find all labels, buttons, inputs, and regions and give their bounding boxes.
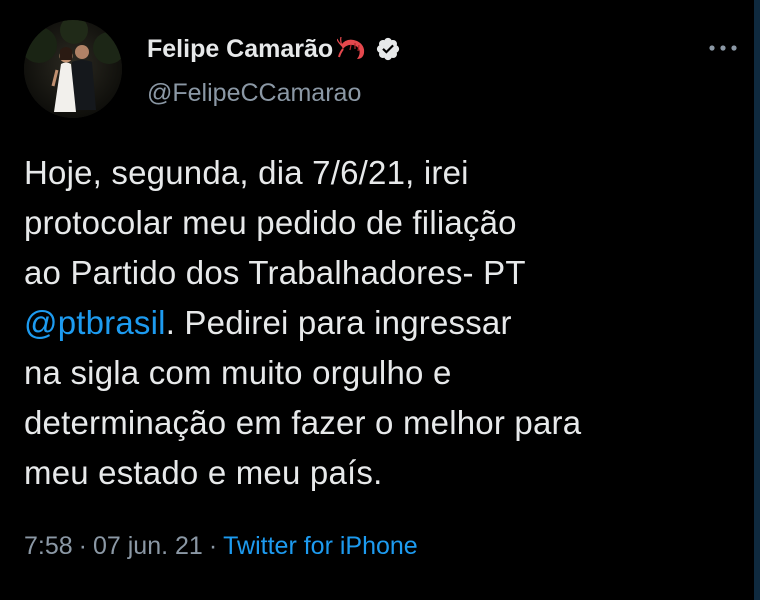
tweet-line: na sigla com muito orgulho e (24, 348, 744, 398)
tweet-text-segment: protocolar meu pedido de filiação (24, 204, 517, 241)
tweet-text-segment: determinação em fazer o melhor para (24, 404, 582, 441)
author-handle[interactable]: @FelipeCCamarao (147, 79, 361, 108)
scrollbar-track[interactable] (754, 0, 760, 600)
tweet-text: Hoje, segunda, dia 7/6/21, irei protocol… (24, 148, 744, 498)
tweet-text-segment: ao Partido dos Trabalhadores- PT (24, 254, 526, 291)
tweet-date[interactable]: 07 jun. 21 (93, 532, 203, 560)
tweet-text-segment: na sigla com muito orgulho e (24, 354, 452, 391)
tweet-line: ao Partido dos Trabalhadores- PT (24, 248, 744, 298)
separator: · (208, 532, 218, 560)
author-name-row[interactable]: Felipe Camarão (147, 32, 401, 66)
tweet-source-link[interactable]: Twitter for iPhone (223, 532, 418, 560)
tweet-time[interactable]: 7:58 (24, 532, 73, 560)
tweet-card: Felipe Camarão @FelipeCCamarao Hoje, seg… (0, 0, 760, 600)
tweet-line: determinação em fazer o melhor para (24, 398, 744, 448)
avatar-photo (24, 20, 122, 118)
separator: · (78, 532, 87, 560)
author-display-name[interactable]: Felipe Camarão (147, 35, 333, 64)
tweet-text-segment: . Pedirei para ingressar (165, 304, 512, 341)
verified-badge-icon (375, 36, 401, 62)
tweet-line: protocolar meu pedido de filiação (24, 198, 744, 248)
tweet-line: @ptbrasil. Pedirei para ingressar (24, 298, 744, 348)
tweet-meta: 7:58 · 07 jun. 21 · Twitter for iPhone (24, 532, 418, 561)
shrimp-icon (336, 36, 369, 61)
mention-link[interactable]: @ptbrasil (24, 304, 166, 341)
avatar[interactable] (24, 20, 122, 118)
tweet-text-segment: Hoje, segunda, dia 7/6/21, irei (24, 154, 469, 191)
tweet-line: meu estado e meu país. (24, 448, 744, 498)
more-options-icon[interactable] (706, 36, 740, 60)
tweet-text-segment: meu estado e meu país. (24, 454, 383, 491)
tweet-line: Hoje, segunda, dia 7/6/21, irei (24, 148, 744, 198)
